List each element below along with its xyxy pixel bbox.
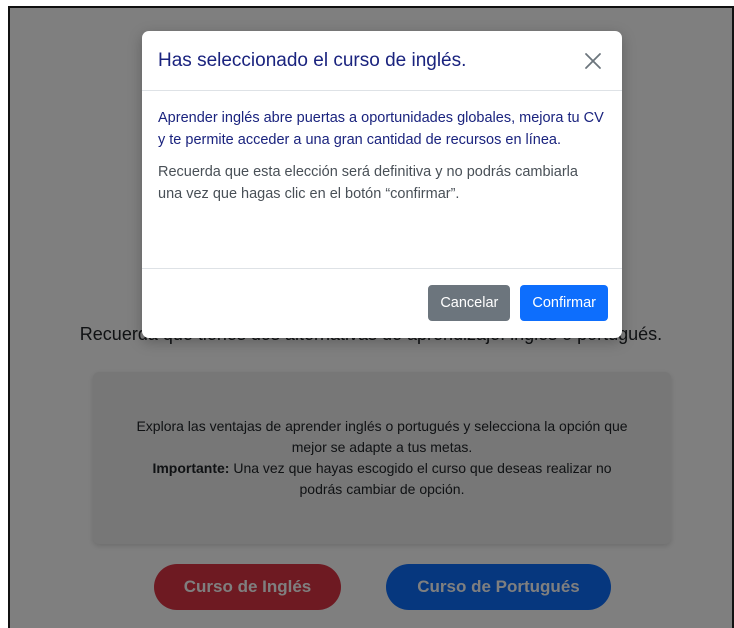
confirmation-modal: Has seleccionado el curso de inglés. Apr… [142, 31, 622, 338]
cancel-button[interactable]: Cancelar [428, 285, 511, 321]
modal-title: Has seleccionado el curso de inglés. [158, 49, 467, 71]
confirm-button[interactable]: Confirmar [520, 285, 608, 321]
close-icon [585, 52, 601, 69]
modal-body-lead: Aprender inglés abre puertas a oportunid… [158, 110, 604, 148]
modal-header: Has seleccionado el curso de inglés. [142, 31, 622, 91]
modal-body-warning: Recuerda que esta elección será definiti… [158, 164, 578, 202]
browser-frame: A continuación, selecciona el curso que … [8, 6, 734, 628]
modal-body: Aprender inglés abre puertas a oportunid… [142, 91, 622, 269]
modal-footer: Cancelar Confirmar [142, 269, 622, 321]
modal-close-button[interactable] [578, 46, 608, 76]
